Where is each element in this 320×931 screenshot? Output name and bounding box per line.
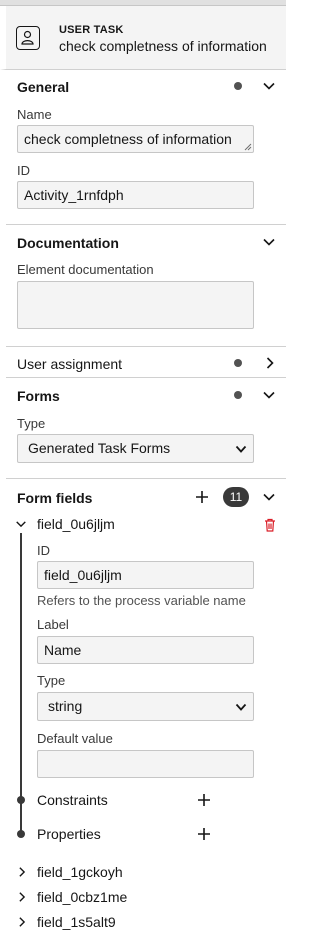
form-field-name[interactable]: field_0cbz1me	[37, 889, 127, 905]
chevron-down-icon	[235, 703, 247, 711]
chevron-right-icon[interactable]	[263, 356, 277, 370]
form-type-select[interactable]: Generated Task Forms	[17, 434, 254, 463]
data-marker-dot	[234, 82, 242, 90]
field-id-input[interactable]: field_0u6jljm	[37, 561, 254, 589]
resize-handle-icon[interactable]	[244, 143, 252, 151]
chevron-down-icon[interactable]	[262, 235, 276, 249]
form-field-name[interactable]: field_1s5alt9	[37, 914, 116, 930]
add-form-field-icon[interactable]	[195, 490, 209, 504]
group-general-title[interactable]: General	[17, 79, 69, 95]
user-task-icon	[16, 26, 40, 50]
field-label-label: Label	[37, 617, 69, 632]
tree-node-dot	[17, 796, 25, 804]
chevron-down-icon[interactable]	[262, 388, 276, 402]
chevron-right-icon[interactable]	[16, 866, 28, 878]
element-documentation-label: Element documentation	[17, 262, 154, 277]
chevron-down-icon[interactable]	[262, 79, 276, 93]
chevron-right-icon[interactable]	[16, 916, 28, 928]
add-property-icon[interactable]	[197, 827, 211, 841]
field-id-help-text: Refers to the process variable name	[37, 593, 246, 608]
group-divider	[6, 224, 286, 225]
delete-icon[interactable]	[264, 518, 276, 532]
group-forms-title[interactable]: Forms	[17, 388, 60, 404]
field-type-label: Type	[37, 673, 66, 688]
id-label: ID	[17, 163, 30, 178]
chevron-down-icon	[235, 445, 247, 453]
chevron-right-icon[interactable]	[16, 891, 28, 903]
element-documentation-textarea[interactable]	[17, 281, 254, 329]
group-user-assignment-title[interactable]: User assignment	[17, 356, 122, 372]
tree-node-dot	[17, 830, 25, 838]
group-divider	[6, 478, 286, 479]
name-textarea[interactable]: check completness of information	[17, 125, 254, 153]
field-default-value-label: Default value	[37, 731, 113, 746]
properties-header: USER TASK check completness of informati…	[0, 6, 286, 70]
chevron-down-icon[interactable]	[15, 518, 27, 530]
group-divider	[6, 346, 286, 347]
add-constraint-icon[interactable]	[197, 793, 211, 807]
field-default-value-input[interactable]	[37, 750, 254, 778]
data-marker-dot	[234, 359, 242, 367]
field-id-label: ID	[37, 543, 50, 558]
group-divider	[6, 377, 286, 378]
element-type-label: USER TASK	[59, 24, 124, 36]
form-type-label: Type	[17, 416, 46, 431]
properties-label[interactable]: Properties	[37, 826, 101, 842]
form-field-name[interactable]: field_0u6jljm	[37, 516, 115, 532]
data-marker-dot	[234, 391, 242, 399]
name-label: Name	[17, 107, 52, 122]
id-input[interactable]: Activity_1rnfdph	[17, 181, 254, 209]
group-documentation-title[interactable]: Documentation	[17, 235, 119, 251]
form-type-value: Generated Task Forms	[28, 440, 171, 456]
field-type-value: string	[48, 698, 83, 714]
chevron-down-icon[interactable]	[262, 490, 276, 504]
field-type-select[interactable]: string	[37, 692, 254, 721]
form-field-name[interactable]: field_1gckoyh	[37, 864, 123, 880]
form-fields-count-badge: 11	[223, 487, 249, 507]
field-label-input[interactable]: Name	[37, 636, 254, 664]
group-form-fields-title[interactable]: Form fields	[17, 490, 92, 506]
field-tree-line	[20, 533, 22, 836]
constraints-label[interactable]: Constraints	[37, 792, 108, 808]
element-name: check completness of information	[59, 38, 267, 54]
